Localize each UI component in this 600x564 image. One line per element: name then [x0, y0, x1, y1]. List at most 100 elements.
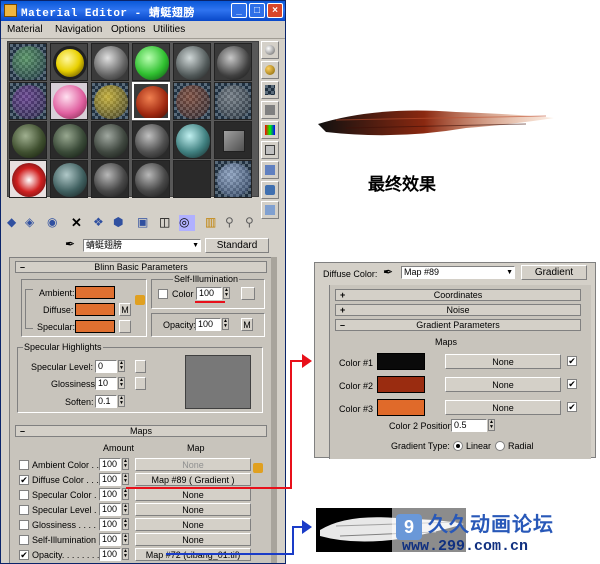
map-amount-value[interactable]: 100	[99, 458, 121, 471]
specular-level-value[interactable]: 0	[95, 360, 117, 373]
show-map-icon[interactable]: ◫	[159, 215, 175, 231]
gradient-type-button[interactable]: Gradient	[521, 265, 587, 280]
material-slot-active[interactable]	[132, 82, 170, 120]
minimize-button[interactable]: _	[231, 3, 247, 18]
map-slot-button[interactable]: None	[135, 518, 251, 531]
map-amount-value[interactable]: 100	[99, 473, 121, 486]
glossiness-map-button[interactable]	[135, 377, 146, 390]
material-slot[interactable]	[214, 43, 252, 81]
menu-material[interactable]: Material	[7, 24, 43, 35]
material-slot[interactable]	[132, 43, 170, 81]
map-amount-value[interactable]: 100	[99, 518, 121, 531]
self-illumination-spinner[interactable]: ▲ ▼	[223, 287, 230, 299]
opacity-spinner[interactable]: ▲ ▼	[222, 318, 229, 330]
material-slot[interactable]	[9, 160, 47, 198]
soften-spinner[interactable]: ▲ ▼	[118, 395, 125, 407]
map-slot-button[interactable]: None	[135, 503, 251, 516]
reset-map-icon[interactable]: ✕	[71, 215, 87, 231]
material-slot[interactable]	[50, 160, 88, 198]
material-slot[interactable]	[173, 121, 211, 159]
eyedropper-icon[interactable]: ✒	[65, 237, 79, 251]
map-amount-spinner[interactable]: ▲ ▼	[122, 533, 129, 545]
gradient-color-map-button[interactable]: None	[445, 354, 561, 369]
maximize-button[interactable]: □	[249, 3, 265, 18]
map-enable-checkbox[interactable]	[19, 520, 29, 530]
material-slot[interactable]	[214, 160, 252, 198]
map-amount-spinner[interactable]: ▲ ▼	[122, 503, 129, 515]
soften-value[interactable]: 0.1	[95, 395, 117, 408]
material-slot[interactable]	[173, 43, 211, 81]
gradient-color-map-button[interactable]: None	[445, 377, 561, 392]
map-amount-value[interactable]: 100	[99, 488, 121, 501]
menu-navigation[interactable]: Navigation	[55, 24, 102, 35]
chevron-down-icon[interactable]: ▼	[192, 240, 199, 251]
map-slot-button[interactable]: None	[135, 533, 251, 546]
color2-position-value[interactable]: 0.5	[451, 419, 487, 432]
gradient-color-swatch[interactable]	[377, 399, 425, 416]
backlight-button[interactable]	[261, 61, 279, 79]
background-checker-button[interactable]	[261, 81, 279, 99]
map-enable-checkbox[interactable]	[19, 490, 29, 500]
map-amount-spinner[interactable]: ▲ ▼	[122, 458, 129, 470]
go-to-parent-icon[interactable]: ▥	[205, 215, 221, 231]
map-amount-spinner[interactable]: ▲ ▼	[122, 518, 129, 530]
self-illumination-value[interactable]: 100	[196, 287, 222, 300]
material-slot[interactable]	[9, 121, 47, 159]
material-slot[interactable]	[214, 121, 252, 159]
gradient-map-name-field[interactable]: Map #89 ▼	[401, 266, 515, 279]
material-slot[interactable]	[50, 82, 88, 120]
lock-icon[interactable]	[135, 295, 145, 305]
diffuse-map-button[interactable]: M	[119, 303, 131, 316]
gradient-eyedropper-icon[interactable]: ✒	[383, 265, 393, 279]
material-slot[interactable]	[91, 43, 129, 81]
opacity-map-button[interactable]: M	[241, 318, 253, 331]
coordinates-rollout-header[interactable]: + Coordinates	[335, 289, 581, 301]
specular-level-map-button[interactable]	[135, 360, 146, 373]
show-end-result-icon[interactable]: ◎	[179, 215, 195, 231]
map-enable-checkbox[interactable]	[19, 460, 29, 470]
linear-radio[interactable]	[453, 441, 463, 451]
select-by-material-button[interactable]	[261, 181, 279, 199]
map-enable-checkbox[interactable]	[19, 535, 29, 545]
gradient-color-swatch[interactable]	[377, 353, 425, 370]
material-effects-channel-icon[interactable]: ▣	[137, 215, 153, 231]
material-slot[interactable]	[132, 121, 170, 159]
material-name-field[interactable]: 蜻蜓翅膀 ▼	[83, 239, 201, 252]
specular-map-button[interactable]	[119, 320, 131, 333]
map-enable-checkbox[interactable]: ✔	[19, 550, 29, 560]
menu-utilities[interactable]: Utilities	[153, 24, 185, 35]
sample-type-button[interactable]	[261, 41, 279, 59]
map-enable-checkbox[interactable]	[19, 505, 29, 515]
make-preview-button[interactable]	[261, 141, 279, 159]
scrollbar[interactable]	[271, 257, 277, 563]
maps-rollout-header[interactable]: – Maps	[15, 425, 267, 437]
get-material-icon[interactable]: ◆	[7, 215, 23, 231]
specular-swatch[interactable]	[75, 320, 115, 333]
close-button[interactable]: ×	[267, 3, 283, 18]
self-illumination-color-checkbox[interactable]	[158, 289, 168, 299]
glossiness-spinner[interactable]: ▲ ▼	[118, 377, 125, 389]
pick-from-object-icon[interactable]: ⚲	[245, 215, 261, 231]
map-amount-value[interactable]: 100	[99, 503, 121, 516]
go-forward-sibling-icon[interactable]: ⚲	[225, 215, 241, 231]
diffuse-swatch[interactable]	[75, 303, 115, 316]
map-amount-spinner[interactable]: ▲ ▼	[122, 473, 129, 485]
material-slot[interactable]	[91, 121, 129, 159]
radial-radio[interactable]	[495, 441, 505, 451]
material-slot[interactable]	[50, 121, 88, 159]
material-slot[interactable]	[132, 160, 170, 198]
self-illumination-map-button[interactable]	[241, 287, 255, 300]
material-slot[interactable]	[91, 82, 129, 120]
gradient-color-map-button[interactable]: None	[445, 400, 561, 415]
material-slot[interactable]	[173, 160, 211, 198]
gradient-color-map-checkbox[interactable]: ✔	[567, 356, 577, 366]
menu-options[interactable]: Options	[111, 24, 145, 35]
blinn-rollout-header[interactable]: – Blinn Basic Parameters	[15, 261, 267, 273]
material-slot[interactable]	[9, 43, 47, 81]
assign-material-icon[interactable]: ◉	[47, 215, 63, 231]
material-slot[interactable]	[214, 82, 252, 120]
noise-rollout-header[interactable]: + Noise	[335, 304, 581, 316]
map-slot-button[interactable]: None	[135, 458, 251, 471]
video-color-check-button[interactable]	[261, 121, 279, 139]
gradient-parameters-rollout-header[interactable]: – Gradient Parameters	[335, 319, 581, 331]
